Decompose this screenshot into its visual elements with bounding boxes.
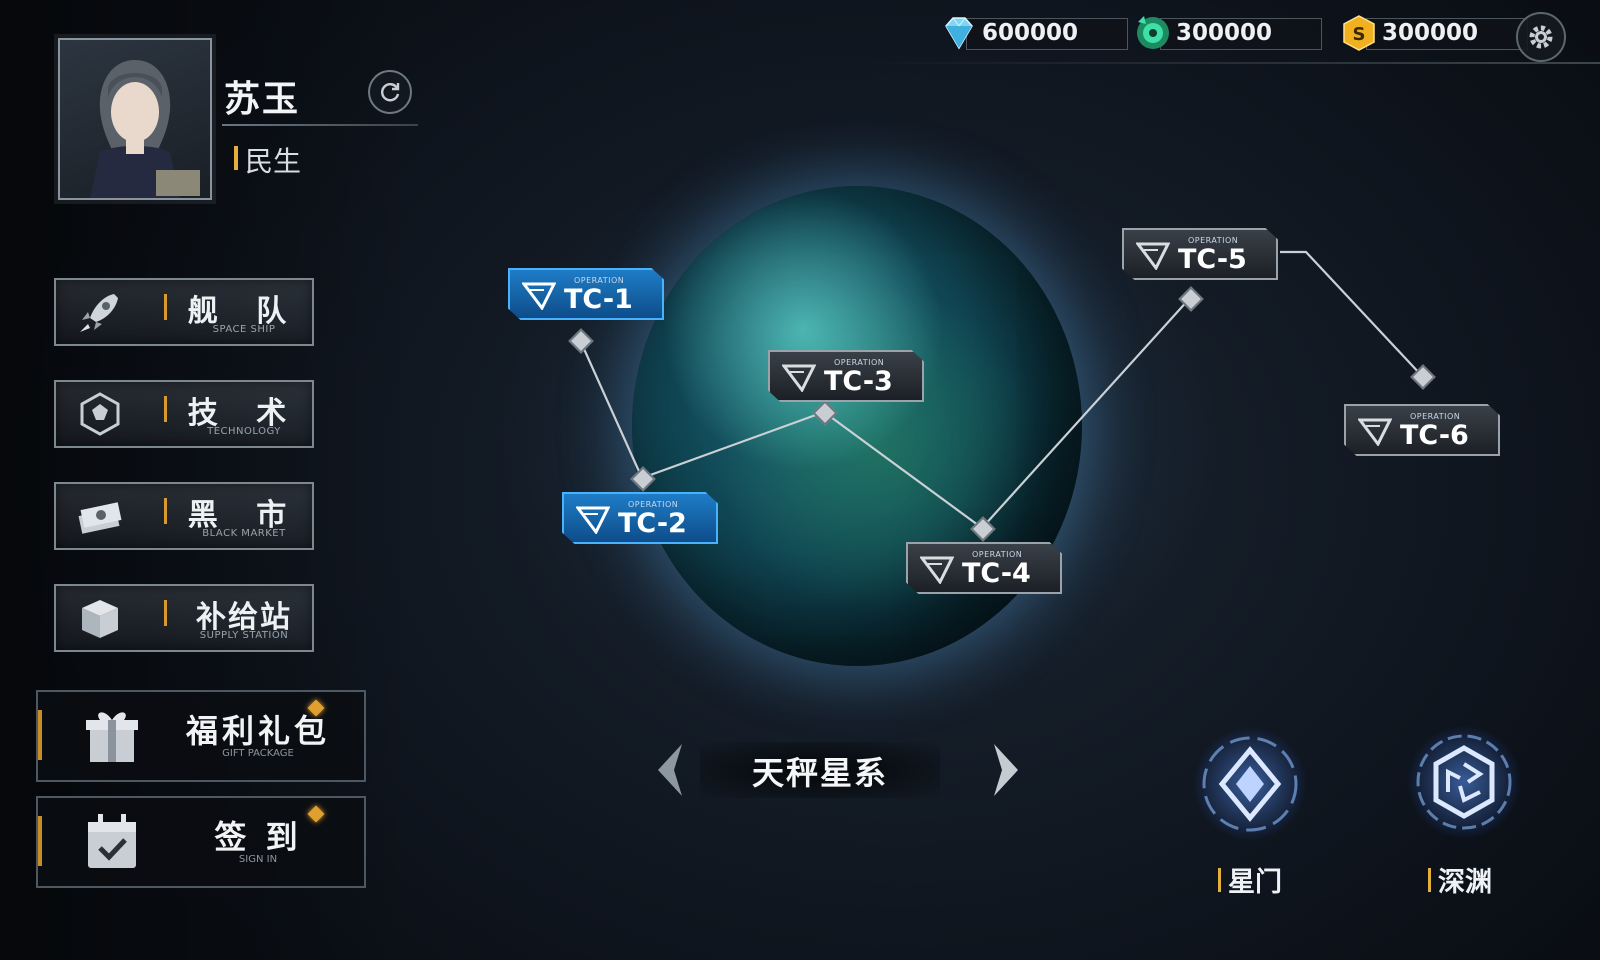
stage-tc-3-code: TC-3 <box>824 366 893 397</box>
stargate-button[interactable] <box>1194 728 1306 840</box>
stage-tc-1-code: TC-1 <box>564 284 633 315</box>
stargate-accent-bar <box>1218 868 1221 892</box>
galaxy-name: 天秤星系 <box>751 754 888 792</box>
stage-tc-4-code: TC-4 <box>962 558 1031 589</box>
stargate-label: 星门 <box>1228 867 1282 898</box>
stargate-icon <box>1202 736 1298 832</box>
abyss-label: 深渊 <box>1438 867 1492 898</box>
operation-emblem-icon <box>920 556 954 584</box>
abyss-icon <box>1416 734 1512 830</box>
stage-tc-3[interactable]: OPERATION TC-3 <box>768 350 924 402</box>
stage-route-lines <box>578 250 1423 530</box>
abyss-accent-bar <box>1428 868 1431 892</box>
stage-tc-2[interactable]: OPERATION TC-2 <box>562 492 718 544</box>
stage-tc-1[interactable]: OPERATION TC-1 <box>508 268 664 320</box>
operation-emblem-icon <box>576 506 610 534</box>
next-galaxy-arrow[interactable] <box>988 740 1024 800</box>
abyss-button[interactable] <box>1408 726 1520 838</box>
operation-emblem-icon <box>782 364 816 392</box>
operation-emblem-icon <box>522 282 556 310</box>
stage-tc-6[interactable]: OPERATION TC-6 <box>1344 404 1500 456</box>
stage-tc-5-code: TC-5 <box>1178 244 1247 275</box>
stage-tc-4[interactable]: OPERATION TC-4 <box>906 542 1062 594</box>
prev-galaxy-arrow[interactable] <box>652 740 688 800</box>
operation-emblem-icon <box>1136 242 1170 270</box>
operation-emblem-icon <box>1358 418 1392 446</box>
stage-tc-5[interactable]: OPERATION TC-5 <box>1122 228 1278 280</box>
stage-tc-6-code: TC-6 <box>1400 420 1469 451</box>
stage-tc-2-code: TC-2 <box>618 508 687 539</box>
